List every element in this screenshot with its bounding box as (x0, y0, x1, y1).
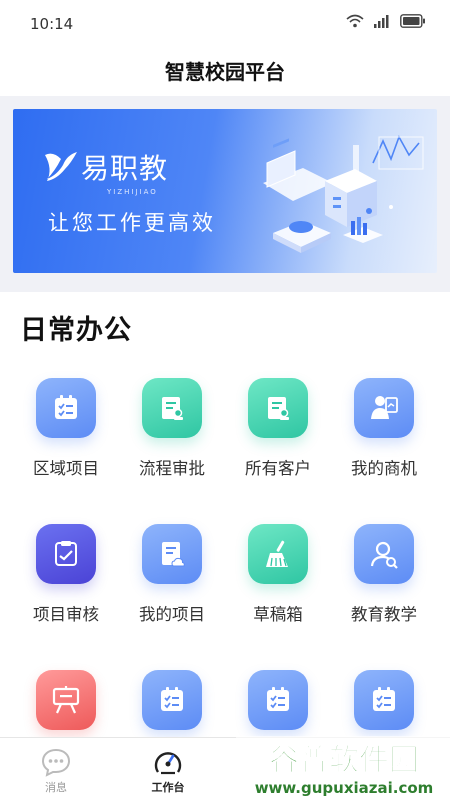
chat-bubble-icon (41, 748, 71, 777)
brand-row: 易职教 (43, 149, 168, 187)
app-label: 区域项目 (33, 459, 99, 478)
audit-check-icon (36, 524, 96, 584)
status-time: 10:14 (30, 15, 74, 33)
document-cloud-icon (142, 524, 202, 584)
app-item-all-customers[interactable]: 所有客户 (223, 378, 333, 479)
tab-label: 消息 (45, 781, 67, 794)
app-item-region-projects[interactable]: 区域项目 (11, 378, 121, 479)
broom-icon (248, 524, 308, 584)
customer-stamp-icon (248, 378, 308, 438)
app-label: 我的商机 (351, 459, 417, 478)
brand-logo-icon (45, 152, 77, 181)
app-item-easel[interactable] (11, 670, 121, 747)
status-icons (346, 14, 426, 28)
checklist-calendar-icon (142, 670, 202, 730)
teacher-search-icon (354, 524, 414, 584)
app-item-drafts[interactable]: 草稿箱 (223, 524, 333, 625)
data-dashboard-illustration (263, 135, 424, 253)
checklist-calendar-icon (36, 378, 96, 438)
tab-messages[interactable]: 消息 (0, 738, 112, 801)
tab-label: 工作台 (151, 781, 185, 794)
app-label: 项目审核 (33, 605, 99, 624)
brand-name: 易职教 (81, 152, 169, 185)
section-title: 日常办公 (20, 315, 132, 346)
svg-text:谷普软件园: 谷普软件园 (269, 743, 419, 778)
easel-board-icon (36, 670, 96, 730)
watermark-logo: 谷普软件园 www.gupuxiazai.com (236, 736, 450, 800)
app-label: 我的项目 (139, 605, 205, 624)
app-item-my-opportunities[interactable]: 我的商机 (329, 378, 439, 479)
speedometer-icon (154, 752, 182, 775)
app-item-project-audit[interactable]: 项目审核 (11, 524, 121, 625)
app-item-process-approval[interactable]: 流程审批 (117, 378, 227, 479)
app-item-education-teaching[interactable]: 教育教学 (329, 524, 439, 625)
signal-icon (374, 15, 389, 28)
checklist-calendar-icon (248, 670, 308, 730)
app-label: 所有客户 (245, 459, 311, 478)
brand-subtitle: YIZHIJIAO (107, 188, 158, 196)
promo-banner[interactable]: 易职教 YIZHIJIAO 让您工作更高效 (13, 109, 437, 273)
app-label: 草稿箱 (253, 605, 303, 624)
status-bar: 10:14 (0, 0, 450, 48)
tab-workbench[interactable]: 工作台 (112, 738, 224, 801)
wifi-icon (346, 14, 364, 28)
svg-text:www.gupuxiazai.com: www.gupuxiazai.com (255, 779, 434, 797)
person-presentation-icon (354, 378, 414, 438)
app-item-my-projects[interactable]: 我的项目 (117, 524, 227, 625)
battery-icon (400, 14, 425, 28)
banner-slogan: 让您工作更高效 (48, 211, 216, 235)
approval-stamp-icon (142, 378, 202, 438)
app-label: 流程审批 (139, 459, 205, 478)
app-item-row3-2[interactable] (117, 670, 227, 747)
banner-area: 易职教 YIZHIJIAO 让您工作更高效 (0, 96, 450, 292)
page-title: 智慧校园平台 (165, 60, 285, 84)
app-label: 教育教学 (351, 605, 417, 624)
checklist-calendar-icon (354, 670, 414, 730)
